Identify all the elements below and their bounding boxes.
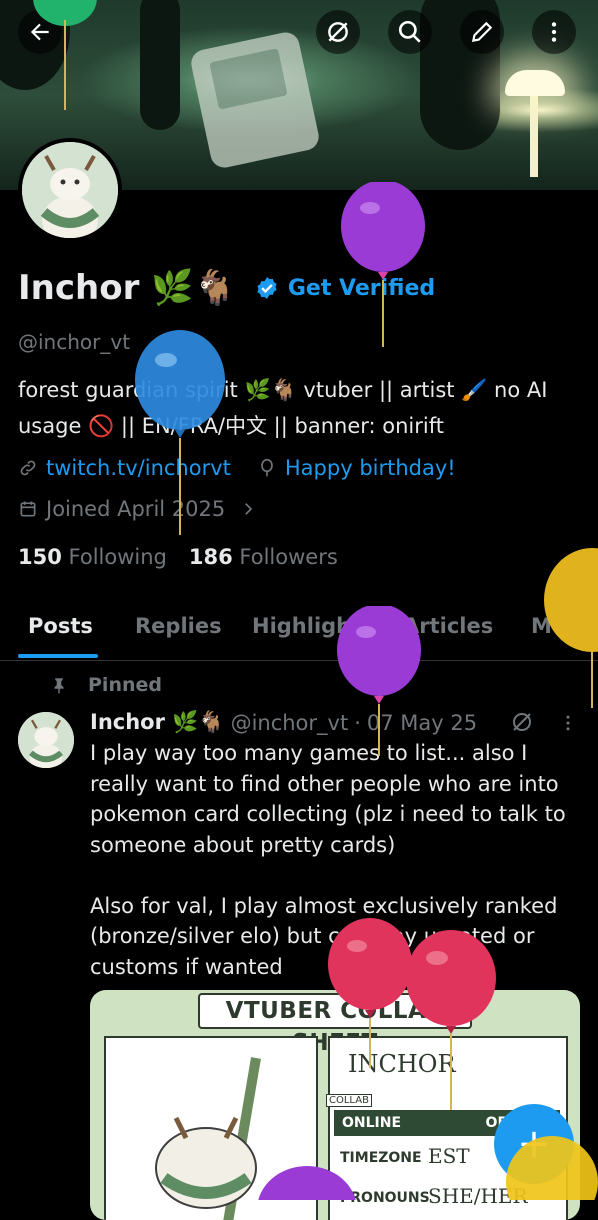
- online-label: ONLINE: [342, 1115, 402, 1131]
- collab-sheet-illustration: [104, 1036, 318, 1220]
- tab-posts[interactable]: Posts: [28, 614, 93, 638]
- birthday-text[interactable]: Happy birthday!: [285, 456, 456, 480]
- profile-name: Inchor 🌿🐐: [18, 268, 236, 308]
- profile-meta-links: twitch.tv/inchorvt Happy birthday!: [18, 456, 456, 480]
- post-separator: ·: [354, 710, 361, 735]
- tab-replies[interactable]: Replies: [135, 614, 222, 638]
- grok-button[interactable]: [316, 10, 360, 54]
- edit-button[interactable]: [460, 10, 504, 54]
- search-icon: [398, 20, 421, 43]
- profile-avatar[interactable]: [18, 138, 122, 242]
- pronouns-label: PRONOUNS: [340, 1190, 430, 1206]
- goat-character-image: [18, 712, 74, 768]
- arrow-left-icon: [30, 23, 49, 41]
- back-button[interactable]: [18, 10, 62, 54]
- joined-date: Joined April 2025: [46, 497, 226, 521]
- profile-name-row: Inchor 🌿🐐 Get Verified: [18, 268, 435, 308]
- more-button[interactable]: [532, 10, 576, 54]
- tab-media[interactable]: Media: [531, 614, 598, 638]
- post-author-name[interactable]: Inchor 🌿🐐: [90, 710, 225, 735]
- post-media-image[interactable]: VTUBER COLLAB SHEET INCHOR COLLAB ONLINE…: [90, 990, 580, 1220]
- search-button[interactable]: [388, 10, 432, 54]
- followers-count: 186: [188, 545, 233, 569]
- collab-tag: COLLAB: [326, 1094, 372, 1107]
- profile-bio: forest guardian spirit 🌿🐐 vtuber || arti…: [18, 378, 548, 438]
- post-author-handle[interactable]: @inchor_vt: [231, 711, 349, 735]
- tab-articles[interactable]: Articles: [403, 614, 493, 638]
- pin-icon: [54, 678, 64, 694]
- post-header: Inchor 🌿🐐 @inchor_vt · 07 May 25: [90, 710, 477, 735]
- edit-icon: [471, 21, 493, 43]
- following-label: Following: [68, 545, 167, 569]
- post-text: I play way too many games to list... als…: [90, 741, 566, 979]
- joined-row[interactable]: Joined April 2025: [18, 497, 257, 521]
- chevron-right-icon: [245, 503, 253, 515]
- followers-link[interactable]: 186 Followers: [189, 545, 338, 569]
- more-vertical-icon[interactable]: [558, 712, 578, 734]
- tab-highlights[interactable]: Highlights: [252, 614, 374, 638]
- profile-tabs: Posts Replies Highlights Articles Media: [0, 600, 598, 661]
- profile-handle: @inchor_vt: [18, 330, 131, 354]
- banner-mushroom-stem: [530, 92, 538, 177]
- compose-plus: +: [517, 1121, 551, 1167]
- compose-button[interactable]: +: [494, 1104, 574, 1184]
- collab-sheet-name: INCHOR: [348, 1050, 456, 1078]
- more-vertical-icon: [551, 22, 557, 42]
- link-icon: [20, 460, 36, 476]
- timezone-value: EST: [428, 1144, 470, 1168]
- verified-badge-icon: [257, 277, 277, 299]
- pinned-label: Pinned: [88, 674, 162, 696]
- banner-foliage: [140, 0, 180, 130]
- profile-link[interactable]: twitch.tv/inchorvt: [46, 456, 231, 480]
- post-date[interactable]: 07 May 25: [367, 711, 477, 735]
- balloon-decoration: [341, 182, 425, 347]
- follow-counts: 150 Following 186 Followers: [18, 545, 338, 569]
- pronouns-value: SHE/HER: [428, 1184, 528, 1208]
- timezone-label: TIMEZONE: [340, 1150, 422, 1166]
- balloon-icon: [261, 458, 273, 477]
- goat-character-image: [22, 142, 118, 238]
- get-verified-button[interactable]: Get Verified: [254, 275, 435, 301]
- grok-icon: [328, 22, 348, 42]
- following-link[interactable]: 150 Following: [18, 545, 167, 569]
- active-tab-indicator: [18, 654, 98, 658]
- get-verified-label: Get Verified: [287, 275, 436, 301]
- following-count: 150: [18, 545, 62, 569]
- followers-label: Followers: [239, 545, 338, 569]
- calendar-icon: [20, 501, 36, 517]
- banner-console: [188, 29, 322, 171]
- pinned-indicator: Pinned: [50, 674, 162, 696]
- grok-icon[interactable]: [510, 710, 534, 734]
- banner-mushroom: [505, 70, 565, 96]
- post-author-avatar[interactable]: [18, 712, 74, 768]
- goat-character-image: [155, 1057, 261, 1220]
- collab-sheet-title: VTUBER COLLAB SHEET: [198, 993, 472, 1056]
